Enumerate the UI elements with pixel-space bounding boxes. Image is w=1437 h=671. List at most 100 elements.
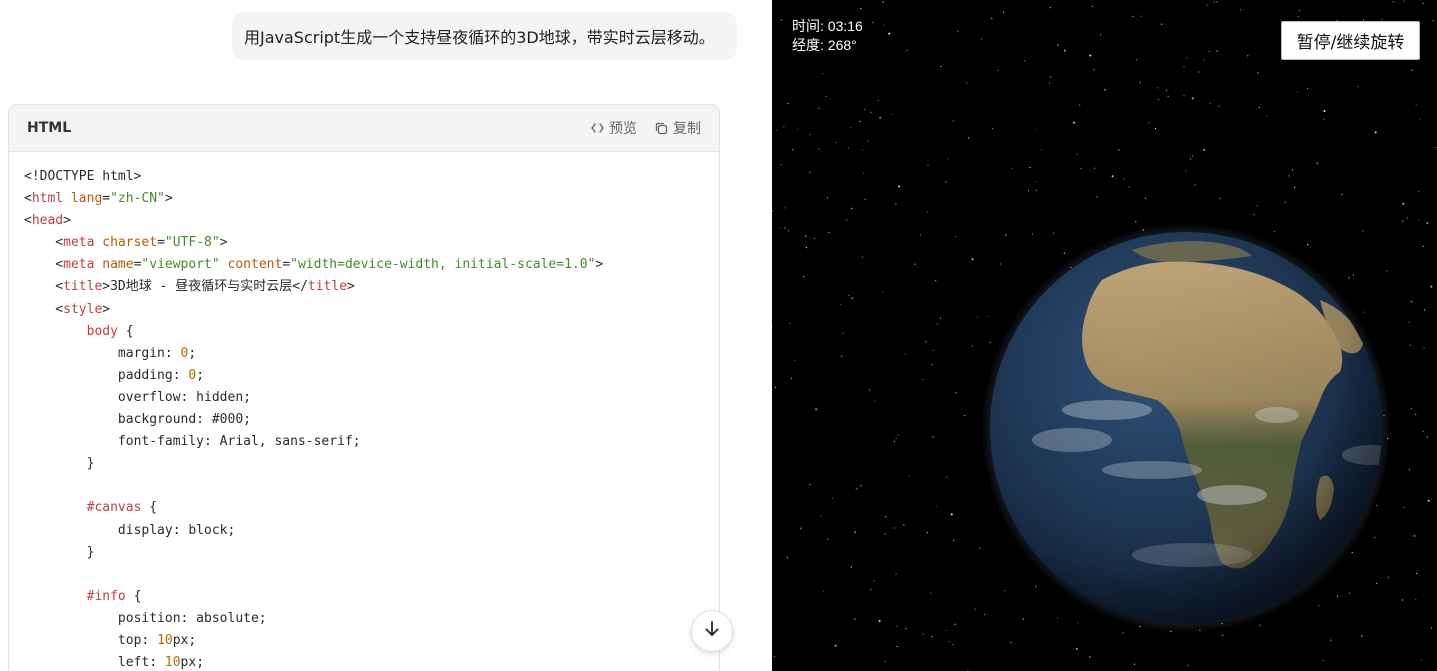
code-brackets-icon (591, 122, 604, 134)
code-token: = (102, 191, 111, 207)
code-token: "zh-CN" (110, 191, 165, 207)
code-block-actions: 预览 复制 (591, 118, 701, 138)
copy-button[interactable]: 复制 (655, 118, 701, 138)
code-line: top: 10px; (24, 630, 704, 652)
arrow-down-icon (704, 620, 720, 642)
code-line: } (24, 542, 704, 564)
code-token: #info (86, 588, 126, 604)
code-token: > (164, 191, 173, 207)
code-line: position: absolute; (24, 608, 704, 630)
user-message-text: 用JavaScript生成一个支持昼夜循环的3D地球，带实时云层移动。 (244, 28, 715, 47)
earth-globe-icon[interactable] (772, 0, 1437, 671)
code-line: <style> (24, 299, 704, 321)
code-token: top: (24, 632, 158, 648)
code-line: <title>3D地球 - 昼夜循环与实时云层</title> (24, 276, 704, 298)
preview-button-label: 预览 (609, 121, 637, 137)
code-line: display: block; (24, 520, 704, 542)
code-token: } (24, 456, 95, 472)
code-token: charset (102, 235, 158, 251)
code-line: <meta charset="UTF-8"> (24, 232, 704, 254)
code-line: font-family: Arial, sans-serif; (24, 431, 704, 453)
code-token: padding: (24, 367, 189, 383)
code-token: = (157, 235, 165, 251)
code-token: overflow: hidden; (24, 389, 251, 405)
code-line: <meta name="viewport" content="width=dev… (24, 254, 704, 276)
copy-icon (655, 122, 668, 135)
globe-info-panel: 时间: 03:16 经度: 268° (792, 17, 863, 55)
code-block-header: HTML 预览 复制 (9, 105, 719, 152)
code-token: < (24, 213, 32, 229)
code-token: head (31, 213, 64, 229)
code-token: style (63, 301, 103, 317)
code-language-label: HTML (27, 120, 72, 136)
code-token: "viewport" (141, 257, 220, 273)
code-token: font-family: Arial, sans-serif; (24, 434, 361, 450)
code-token: > (63, 213, 71, 229)
code-token: { (125, 588, 142, 604)
code-token: left: (24, 655, 165, 671)
code-token: { (141, 500, 158, 516)
code-line: background: #000; (24, 409, 704, 431)
code-token: < (24, 279, 64, 295)
code-line: } (24, 453, 704, 475)
code-line: left: 10px; (24, 652, 704, 671)
code-token: title (63, 279, 103, 295)
app-window: 用JavaScript生成一个支持昼夜循环的3D地球，带实时云层移动。 HTML… (0, 0, 1437, 671)
pause-resume-rotation-button[interactable]: 暂停/继续旋转 (1281, 21, 1420, 60)
code-token: { (117, 323, 134, 339)
code-token: } (24, 544, 95, 560)
code-token: ; (188, 345, 197, 361)
code-token: title (307, 279, 348, 295)
code-line: margin: 0; (24, 343, 704, 365)
code-line: <!DOCTYPE html> (24, 166, 704, 188)
preview-button[interactable]: 预览 (591, 118, 637, 138)
code-line: padding: 0; (24, 365, 704, 387)
time-readout: 时间: 03:16 (792, 18, 863, 34)
code-token: body (86, 323, 118, 339)
code-line: body { (24, 321, 704, 343)
code-token: px; (180, 655, 205, 671)
code-token: < (24, 191, 32, 207)
code-token: <!DOCTYPE html> (24, 169, 142, 184)
code-token: "UTF-8" (164, 235, 220, 251)
code-line: <head> (24, 210, 704, 232)
scroll-to-bottom-button[interactable] (691, 610, 733, 652)
code-token: lang (70, 191, 103, 207)
code-line: #info { (24, 586, 704, 608)
longitude-readout: 经度: 268° (792, 37, 857, 53)
code-token: background: #000; (24, 412, 251, 428)
code-token: 10 (164, 655, 181, 671)
code-token: < (24, 301, 64, 317)
code-token: ; (196, 367, 205, 383)
code-line: overflow: hidden; (24, 387, 704, 409)
code-token: display: block; (24, 522, 236, 538)
copy-button-label: 复制 (673, 121, 701, 137)
chat-panel: 用JavaScript生成一个支持昼夜循环的3D地球，带实时云层移动。 HTML… (0, 0, 772, 671)
code-token: name (102, 257, 134, 273)
code-token: html (31, 191, 64, 207)
code-token: > (102, 301, 111, 317)
code-token: px; (172, 632, 197, 648)
code-line: #canvas { (24, 497, 704, 519)
code-token: > (595, 257, 604, 273)
code-token: meta (63, 257, 95, 273)
code-token: margin: (24, 345, 181, 361)
code-token: < (24, 235, 64, 251)
code-token: #canvas (86, 500, 142, 516)
code-content: <!DOCTYPE html> <html lang="zh-CN"> <head>… (9, 152, 719, 671)
earth-preview-panel: 时间: 03:16 经度: 268° 暂停/继续旋转 (772, 0, 1437, 671)
code-token: > (347, 279, 355, 295)
code-token: < (24, 257, 64, 273)
code-token: content (227, 257, 283, 273)
code-token: "width=device-width, initial-scale=1.0" (290, 257, 596, 273)
code-token: meta (63, 235, 95, 251)
code-token: position: absolute; (24, 610, 267, 626)
code-token: > (219, 235, 228, 251)
